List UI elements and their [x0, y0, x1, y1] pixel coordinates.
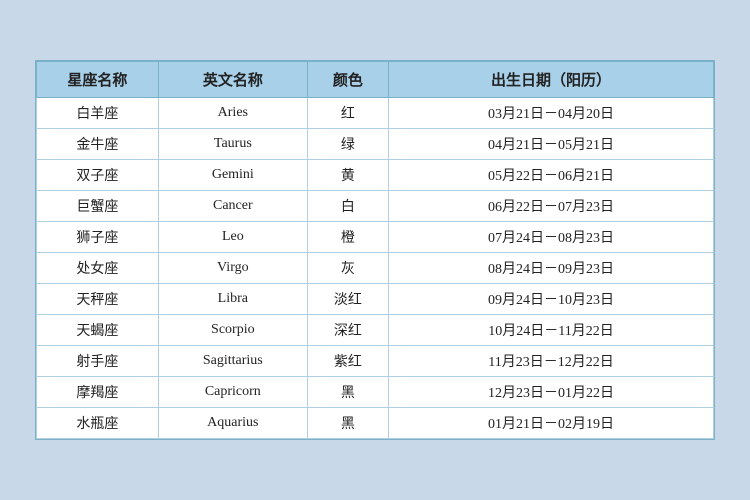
- header-english: 英文名称: [158, 62, 307, 98]
- cell-english: Aquarius: [158, 408, 307, 439]
- cell-chinese: 双子座: [37, 160, 159, 191]
- cell-chinese: 天秤座: [37, 284, 159, 315]
- table-row: 双子座Gemini黄05月22日－06月21日: [37, 160, 714, 191]
- cell-date: 04月21日－05月21日: [389, 129, 714, 160]
- cell-chinese: 射手座: [37, 346, 159, 377]
- cell-english: Scorpio: [158, 315, 307, 346]
- cell-english: Sagittarius: [158, 346, 307, 377]
- cell-chinese: 金牛座: [37, 129, 159, 160]
- table-row: 摩羯座Capricorn黑12月23日－01月22日: [37, 377, 714, 408]
- cell-color: 黄: [307, 160, 388, 191]
- cell-english: Aries: [158, 98, 307, 129]
- cell-color: 紫红: [307, 346, 388, 377]
- cell-color: 深红: [307, 315, 388, 346]
- cell-date: 11月23日－12月22日: [389, 346, 714, 377]
- zodiac-table: 星座名称 英文名称 颜色 出生日期（阳历） 白羊座Aries红03月21日－04…: [35, 60, 715, 440]
- cell-chinese: 狮子座: [37, 222, 159, 253]
- cell-color: 淡红: [307, 284, 388, 315]
- table-row: 射手座Sagittarius紫红11月23日－12月22日: [37, 346, 714, 377]
- cell-chinese: 摩羯座: [37, 377, 159, 408]
- cell-chinese: 处女座: [37, 253, 159, 284]
- table-row: 白羊座Aries红03月21日－04月20日: [37, 98, 714, 129]
- cell-english: Taurus: [158, 129, 307, 160]
- cell-english: Libra: [158, 284, 307, 315]
- cell-color: 绿: [307, 129, 388, 160]
- header-chinese: 星座名称: [37, 62, 159, 98]
- cell-english: Virgo: [158, 253, 307, 284]
- cell-chinese: 水瓶座: [37, 408, 159, 439]
- cell-chinese: 巨蟹座: [37, 191, 159, 222]
- header-date: 出生日期（阳历）: [389, 62, 714, 98]
- table-row: 天秤座Libra淡红09月24日－10月23日: [37, 284, 714, 315]
- table-row: 巨蟹座Cancer白06月22日－07月23日: [37, 191, 714, 222]
- cell-color: 红: [307, 98, 388, 129]
- cell-date: 08月24日－09月23日: [389, 253, 714, 284]
- cell-color: 黑: [307, 377, 388, 408]
- table-row: 天蝎座Scorpio深红10月24日－11月22日: [37, 315, 714, 346]
- cell-color: 灰: [307, 253, 388, 284]
- cell-color: 黑: [307, 408, 388, 439]
- header-color: 颜色: [307, 62, 388, 98]
- cell-english: Capricorn: [158, 377, 307, 408]
- table-row: 狮子座Leo橙07月24日－08月23日: [37, 222, 714, 253]
- table-row: 金牛座Taurus绿04月21日－05月21日: [37, 129, 714, 160]
- cell-date: 06月22日－07月23日: [389, 191, 714, 222]
- table-row: 处女座Virgo灰08月24日－09月23日: [37, 253, 714, 284]
- table-row: 水瓶座Aquarius黑01月21日－02月19日: [37, 408, 714, 439]
- cell-chinese: 天蝎座: [37, 315, 159, 346]
- cell-color: 橙: [307, 222, 388, 253]
- cell-chinese: 白羊座: [37, 98, 159, 129]
- cell-date: 10月24日－11月22日: [389, 315, 714, 346]
- cell-english: Leo: [158, 222, 307, 253]
- cell-date: 07月24日－08月23日: [389, 222, 714, 253]
- cell-date: 12月23日－01月22日: [389, 377, 714, 408]
- cell-color: 白: [307, 191, 388, 222]
- cell-date: 05月22日－06月21日: [389, 160, 714, 191]
- cell-date: 03月21日－04月20日: [389, 98, 714, 129]
- cell-english: Cancer: [158, 191, 307, 222]
- cell-english: Gemini: [158, 160, 307, 191]
- table-header-row: 星座名称 英文名称 颜色 出生日期（阳历）: [37, 62, 714, 98]
- cell-date: 09月24日－10月23日: [389, 284, 714, 315]
- cell-date: 01月21日－02月19日: [389, 408, 714, 439]
